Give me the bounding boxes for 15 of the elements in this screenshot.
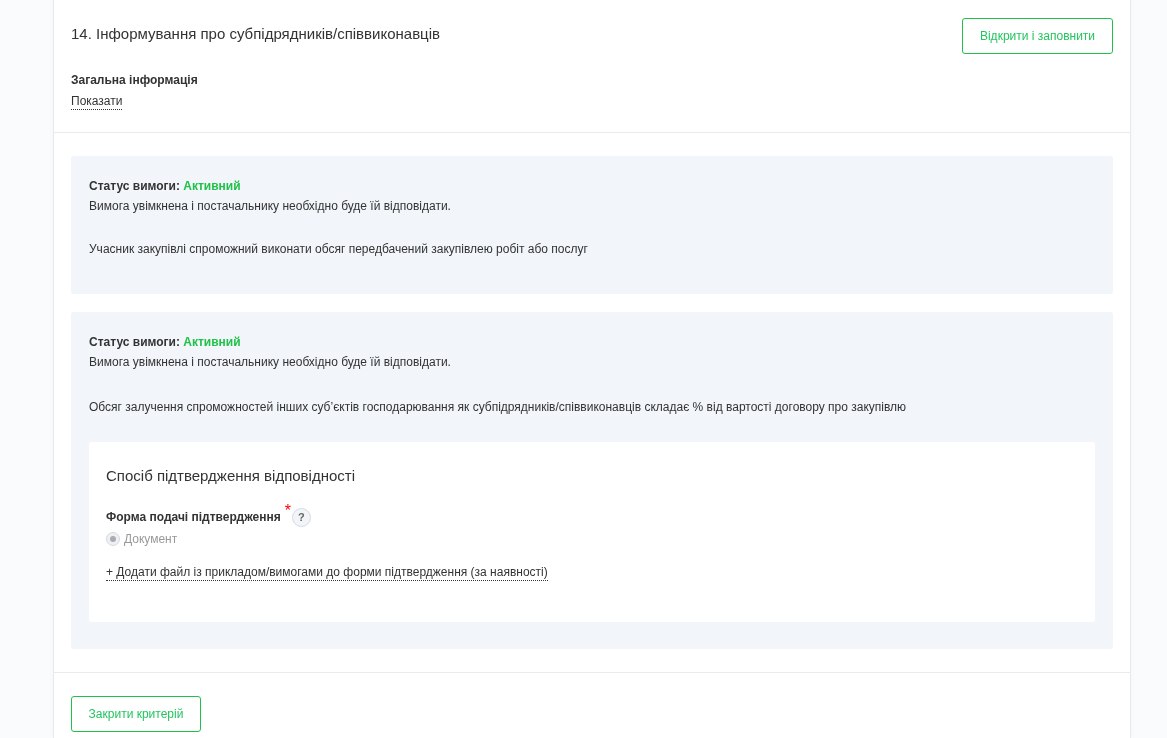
add-file-link[interactable]: + Додати файл із прикладом/вимогами до форми підтвердження (за наявності) — [106, 565, 548, 581]
status-note: Вимога увімкнена і постачальнику необхідно буде їй відповідати. — [89, 354, 452, 370]
section-heading: Спосіб підтвердження відповідності — [106, 467, 356, 485]
required-mark: * — [284, 503, 291, 519]
requirement-description: Учасник закупівлі спроможний виконати обсяг передбачений закупівлею робіт або послуг — [89, 241, 589, 257]
general-info-heading: Загальна інформація — [71, 72, 199, 88]
radio-label: Документ — [124, 531, 178, 547]
requirement-description: Обсяг залучення спроможностей інших суб’єктів господарювання як субпідрядників/співвиконавців складає % від вартості договору про закупівлю — [89, 399, 908, 415]
status-line: Статус вимоги: Активний — [89, 178, 242, 194]
help-button[interactable]: ? — [291, 507, 311, 527]
status-line: Статус вимоги: Активний — [89, 334, 242, 350]
show-link[interactable]: Показати — [71, 94, 123, 110]
field-label: Форма подачі підтвердження — [106, 509, 281, 525]
criterion-title: 14. Інформування про субпідрядників/співвиконавців — [71, 25, 440, 43]
status-note: Вимога увімкнена і постачальнику необхідно буде їй відповідати. — [89, 198, 452, 214]
